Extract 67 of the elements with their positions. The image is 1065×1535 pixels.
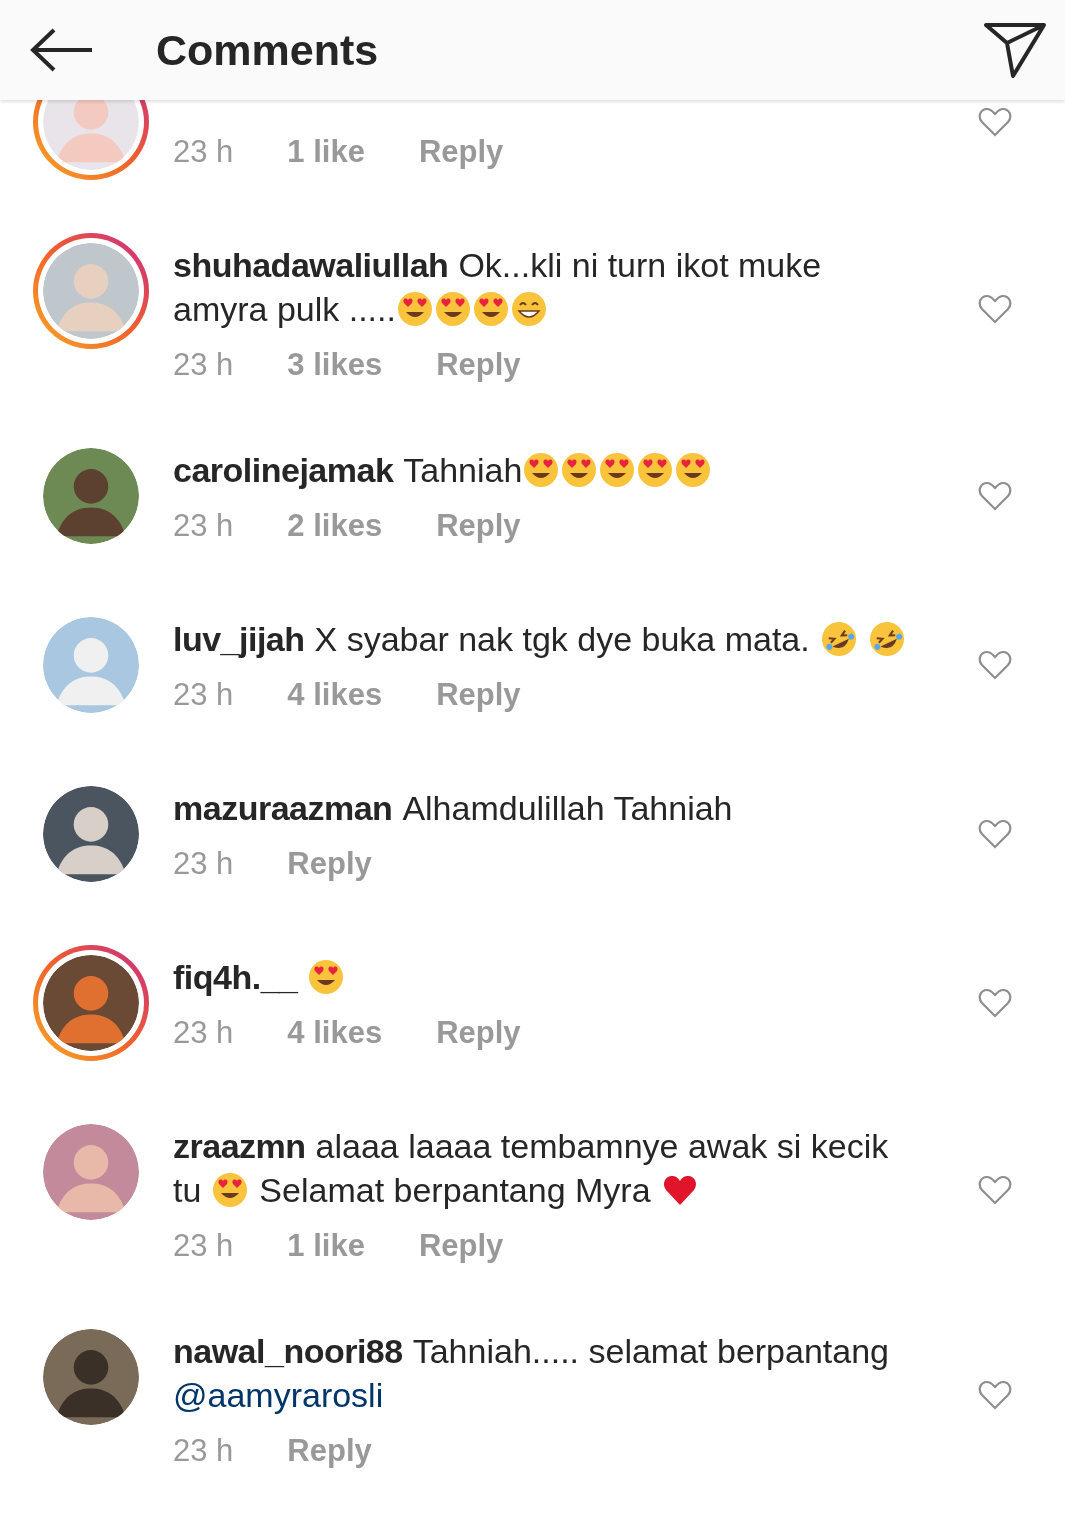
reply-link[interactable]: Reply [436,675,521,715]
like-count[interactable]: 1 like [287,132,365,172]
reply-link[interactable]: Reply [436,345,521,385]
username[interactable]: fiq4h.__ [173,955,298,999]
heart-eyes-face-icon [522,451,561,489]
avatar[interactable] [42,448,139,544]
reply-link[interactable]: Reply [287,844,372,884]
comment-time: 23 h [173,676,234,714]
reply-link[interactable]: Reply [436,506,521,546]
username[interactable]: nawal_noori88 [173,1329,403,1373]
like-heart-icon[interactable] [978,1175,1012,1205]
heart-eyes-face-icon [598,451,637,489]
like-count[interactable]: 2 likes [287,506,383,546]
comment-time: 23 h [173,507,234,545]
comment-text: tu [173,1170,202,1211]
heart-eyes-face-icon [560,451,599,489]
comment-text: Tahniah..... selamat berpantang [412,1331,890,1372]
reply-link[interactable]: Reply [418,132,504,172]
like-heart-icon[interactable] [978,481,1012,511]
avatar[interactable] [42,786,139,882]
comment-time: 23 h [173,1432,234,1470]
heart-eyes-face-icon [674,451,713,489]
mention-link[interactable]: @aamyrarosli [173,1373,384,1417]
username[interactable]: zraazmn [173,1124,306,1168]
reply-link[interactable]: Reply [418,1226,504,1266]
heart-eyes-face-icon [433,290,472,328]
like-heart-icon[interactable] [978,988,1012,1018]
reply-link[interactable]: Reply [287,1431,372,1471]
heart-eyes-face-icon [307,958,346,996]
comment-text: Selamat berpantang Myra [259,1170,651,1211]
like-count[interactable]: 4 likes [287,675,383,715]
comment-time: 23 h [173,1227,234,1265]
like-count[interactable]: 3 likes [287,345,383,385]
username[interactable]: carolinejamak [173,448,394,492]
comment-time: 23 h [173,133,234,171]
reply-link[interactable]: Reply [436,1013,521,1053]
avatar[interactable] [42,1329,139,1425]
username[interactable]: shuhadawaliullah [173,243,449,287]
page-title: Comments [156,24,379,76]
heart-eyes-face-icon [395,290,434,328]
comment-time: 23 h [173,1014,234,1052]
comment-text: X syabar nak tgk dye buka mata. [314,619,810,660]
like-heart-icon[interactable] [978,650,1012,680]
send-icon[interactable] [983,21,1047,79]
laughing-face-icon [819,620,858,658]
back-arrow-icon[interactable] [30,28,94,72]
heart-eyes-face-icon [636,451,675,489]
like-count[interactable]: 4 likes [287,1013,383,1053]
avatar[interactable] [42,955,139,1051]
like-heart-icon[interactable] [978,819,1012,849]
comment-text: amyra pulk ..... [173,289,396,330]
grinning-face-icon [509,290,548,328]
comment-text: alaaa laaaa tembamnye awak si kecik [315,1126,889,1167]
comment-time: 23 h [173,845,234,883]
like-heart-icon[interactable] [978,107,1012,137]
comment-text: Alhamdulillah Tahniah [402,788,733,829]
comment-time: 23 h [173,346,234,384]
heart-eyes-face-icon [471,290,510,328]
heart-eyes-face-icon [211,1171,250,1209]
username[interactable]: mazuraazman [173,786,393,830]
like-count[interactable]: 1 like [287,1226,365,1266]
username[interactable]: luv_jijah [173,617,305,661]
like-heart-icon[interactable] [978,1380,1012,1410]
comment-text: Tahniah [403,450,523,491]
like-heart-icon[interactable] [978,294,1012,324]
laughing-face-icon [867,620,906,658]
comment-text: Ok...kli ni turn ikot muke [458,245,822,286]
